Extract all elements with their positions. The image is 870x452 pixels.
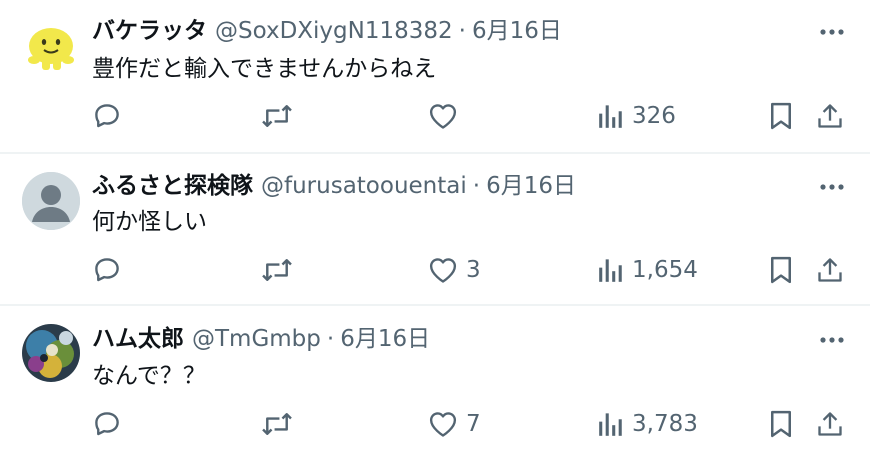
retweet-icon [262, 259, 292, 281]
retweet-icon [262, 413, 292, 435]
more-dots-icon [820, 29, 844, 35]
views-button[interactable]: 1,654 [598, 250, 698, 290]
colorful-photo-icon [22, 324, 80, 382]
retweet-button[interactable] [260, 250, 294, 290]
tweet[interactable]: ふるさと探検隊 @furusatoouentai · 6月16日 何か怪しい 3 [0, 154, 870, 304]
separator: · [472, 173, 481, 199]
tweet-text: なんで？？ [92, 363, 206, 389]
share-button[interactable] [816, 250, 844, 290]
bookmark-icon [771, 102, 791, 130]
heart-icon [429, 258, 457, 283]
handle[interactable]: @TmGmbp [192, 322, 321, 356]
bookmark-icon [771, 256, 791, 284]
more-options-button[interactable] [810, 16, 854, 48]
tweet[interactable]: ハム太郎 @TmGmbp · 6月16日 なんで？？ 7 3,783 [0, 306, 870, 452]
share-button[interactable] [816, 96, 844, 136]
view-count: 326 [632, 103, 676, 129]
more-options-button[interactable] [810, 171, 854, 203]
analytics-icon [599, 413, 622, 436]
like-button[interactable]: 7 [428, 404, 481, 444]
more-dots-icon [820, 184, 844, 190]
share-icon [818, 258, 842, 282]
retweet-icon [262, 105, 292, 127]
avatar[interactable] [22, 324, 80, 382]
more-dots-icon [820, 337, 844, 343]
bookmark-icon [771, 410, 791, 438]
yellow-character-icon [28, 28, 74, 70]
bookmark-button[interactable] [768, 250, 794, 290]
separator: · [326, 326, 335, 352]
timestamp[interactable]: 6月16日 [486, 169, 576, 203]
bookmark-button[interactable] [768, 96, 794, 136]
separator: · [458, 18, 466, 44]
like-count: 3 [466, 257, 481, 283]
display-name[interactable]: ふるさと探検隊 [92, 169, 253, 203]
heart-icon [429, 412, 457, 437]
default-person-icon [22, 172, 80, 230]
like-count: 7 [466, 411, 481, 437]
display-name[interactable]: バケラッタ [92, 14, 207, 48]
reply-icon [95, 104, 119, 128]
tweet-header: ふるさと探検隊 @furusatoouentai · 6月16日 [92, 169, 576, 203]
views-button[interactable]: 326 [598, 96, 676, 136]
handle[interactable]: @furusatoouentai [261, 169, 467, 203]
view-count: 1,654 [632, 257, 698, 283]
tweet-header: ハム太郎 @TmGmbp · 6月16日 [92, 322, 430, 356]
more-options-button[interactable] [810, 324, 854, 356]
avatar[interactable] [22, 172, 80, 230]
like-button[interactable] [428, 96, 466, 136]
view-count: 3,783 [632, 411, 698, 437]
share-icon [818, 104, 842, 128]
tweet[interactable]: バケラッタ @SoxDXiygN118382 · 6月16日 豊作だと輸入できま… [0, 0, 870, 152]
timestamp[interactable]: 6月16日 [472, 14, 562, 48]
bookmark-button[interactable] [768, 404, 794, 444]
reply-button[interactable] [92, 96, 122, 136]
avatar[interactable] [22, 18, 80, 76]
heart-icon [429, 104, 457, 129]
retweet-button[interactable] [260, 404, 294, 444]
tweet-text: 何か怪しい [92, 209, 207, 235]
like-button[interactable]: 3 [428, 250, 481, 290]
analytics-icon [599, 105, 622, 128]
share-icon [818, 412, 842, 436]
analytics-icon [599, 259, 622, 282]
reply-icon [95, 258, 119, 282]
tweet-text: 豊作だと輸入できませんからねえ [92, 56, 437, 82]
reply-button[interactable] [92, 250, 122, 290]
tweet-header: バケラッタ @SoxDXiygN118382 · 6月16日 [92, 14, 562, 48]
views-button[interactable]: 3,783 [598, 404, 698, 444]
timestamp[interactable]: 6月16日 [340, 322, 430, 356]
retweet-button[interactable] [260, 96, 294, 136]
handle[interactable]: @SoxDXiygN118382 [215, 14, 453, 48]
display-name[interactable]: ハム太郎 [92, 322, 184, 356]
reply-icon [95, 412, 119, 436]
share-button[interactable] [816, 404, 844, 444]
reply-button[interactable] [92, 404, 122, 444]
